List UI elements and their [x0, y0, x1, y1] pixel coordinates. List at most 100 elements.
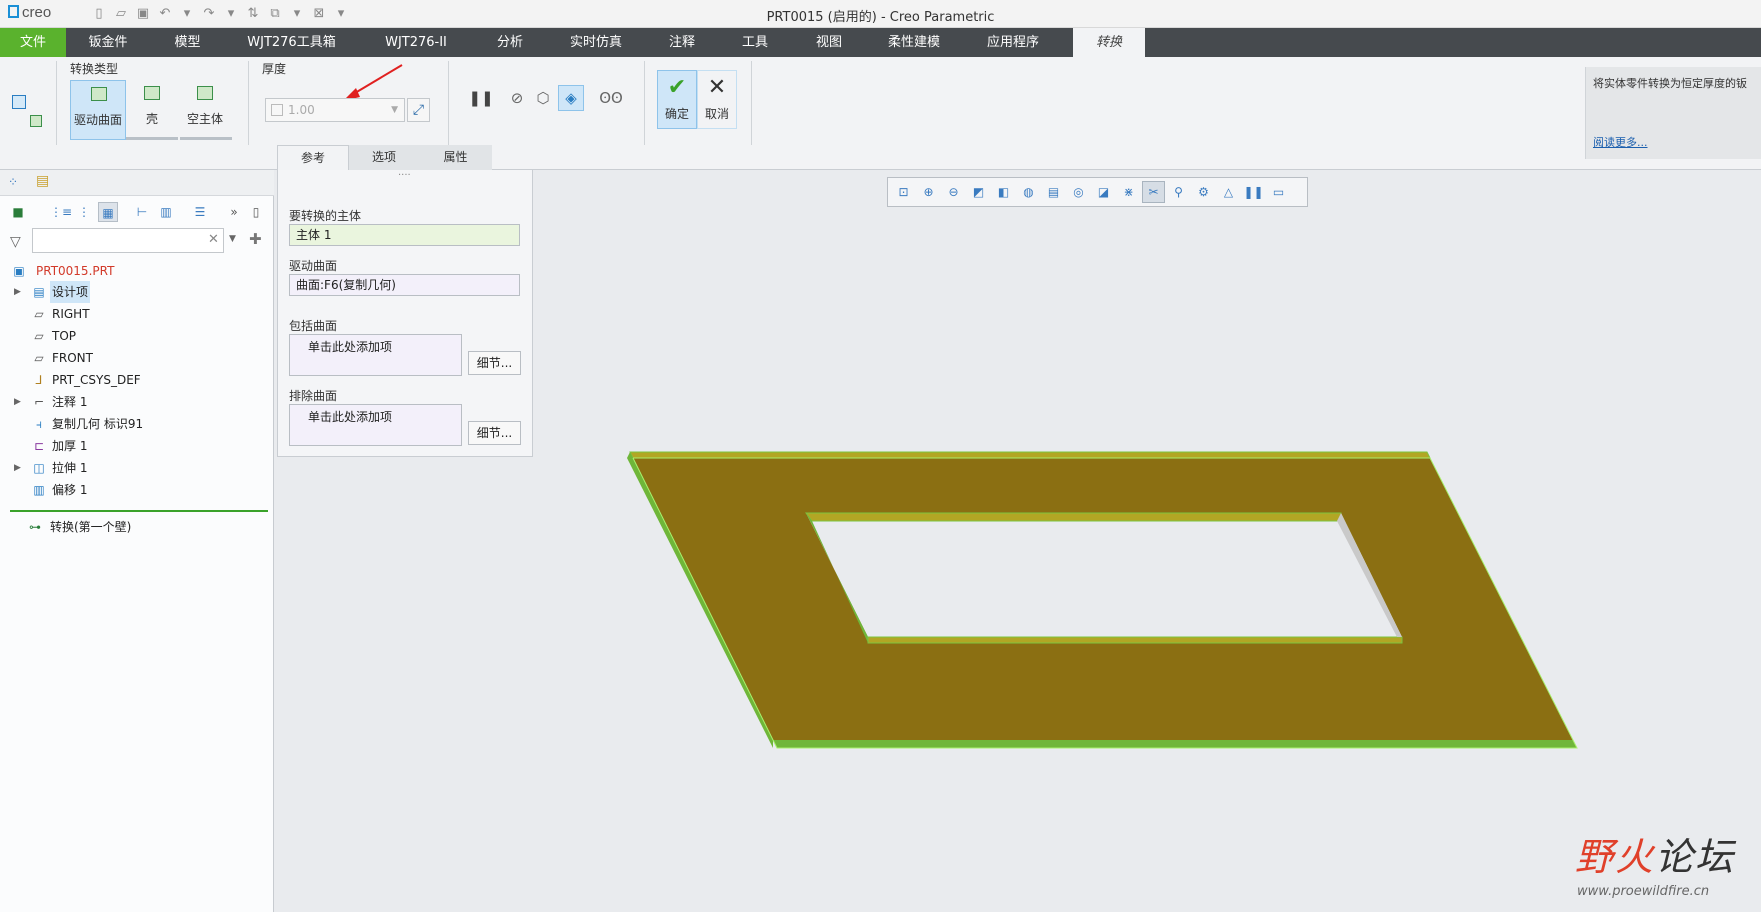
conversion-type-label: 转换类型 [70, 62, 119, 76]
empty-body-button[interactable]: 空主体 [178, 80, 232, 140]
ok-button[interactable]: ✔ 确定 [657, 70, 697, 129]
tab-model[interactable]: 模型 [150, 28, 225, 57]
no-preview-button[interactable]: ⊘ [504, 85, 530, 111]
tab-references[interactable]: 参考 [277, 145, 349, 170]
perspective-view-icon[interactable]: ◎ [1067, 181, 1090, 203]
model-tree-search-input[interactable] [32, 228, 224, 253]
tree-item-thicken[interactable]: ⊏ 加厚 1 [0, 435, 270, 457]
search-dropdown-icon[interactable]: ▼ [229, 234, 236, 244]
saved-orientations-icon[interactable]: ◍ [1017, 181, 1040, 203]
cancel-button[interactable]: ✕ 取消 [697, 70, 737, 129]
tab-file[interactable]: 文件 [0, 28, 66, 57]
tab-analysis[interactable]: 分析 [474, 28, 546, 57]
extrude-icon: ◫ [33, 461, 45, 475]
tree-item-offset[interactable]: ▥ 偏移 1 [0, 479, 270, 501]
section-icon[interactable]: ◪ [1092, 181, 1115, 203]
folder-browser-tab-icon[interactable]: ▤ [36, 173, 49, 189]
tree-item-csys[interactable]: ⅃ PRT_CSYS_DEF [0, 369, 270, 391]
tab-wjt276-ii[interactable]: WJT276-II [358, 28, 474, 57]
driving-surface-button[interactable]: 驱动曲面 [70, 80, 126, 140]
tab-properties[interactable]: 属性 [419, 145, 492, 170]
tree-table-icon[interactable]: ▥ [156, 202, 176, 222]
chevron-down-icon[interactable]: ▼ [391, 99, 398, 121]
body-to-convert-field[interactable]: 主体 1 [289, 224, 520, 246]
repaint-icon[interactable]: ◩ [967, 181, 990, 203]
tree-item-right[interactable]: ▱ RIGHT [0, 303, 270, 325]
resize-handle[interactable]: ···· [398, 170, 411, 181]
exclude-surfaces-collector[interactable]: 单击此处添加项 [289, 404, 462, 446]
display-style-icon[interactable]: ◧ [992, 181, 1015, 203]
datum-plane-icon: ▱ [34, 351, 44, 365]
exclude-details-button[interactable]: 细节... [468, 421, 521, 445]
shell-button[interactable]: 壳 [126, 80, 178, 140]
tree-filters-icon[interactable]: ⋮≡ [50, 202, 72, 222]
more-options-icon[interactable]: » [224, 202, 244, 222]
zoom-in-icon[interactable]: ⊕ [917, 181, 940, 203]
appearance-icon[interactable]: ⚙ [1192, 181, 1215, 203]
read-more-link[interactable]: 阅读更多... [1593, 134, 1648, 150]
body-to-convert-label: 要转换的主体 [289, 209, 362, 223]
driving-surface-field[interactable]: 曲面:F6(复制几何) [289, 274, 520, 296]
annotation-display-icon[interactable]: ✂ [1142, 181, 1165, 203]
separator [644, 61, 645, 145]
tree-root[interactable]: ▣ PRT0015.PRT [0, 260, 270, 282]
spin-center-icon[interactable]: ⚲ [1167, 181, 1190, 203]
expand-icon[interactable]: ▶ [14, 281, 21, 303]
rename-view-icon[interactable]: ▭ [1267, 181, 1290, 203]
separator [56, 61, 57, 145]
refit-icon[interactable]: ⊡ [892, 181, 915, 203]
tab-view[interactable]: 视图 [792, 28, 866, 57]
tree-item-label: 设计项 [50, 281, 91, 303]
tree-item-label: 加厚 1 [52, 439, 88, 453]
model-tree-toolbar: ■ ⋮≡ ⋮ ▦ ⊢ ▥ ☰ » ▯ [0, 198, 274, 226]
mesh-icon[interactable]: △ [1217, 181, 1240, 203]
insert-here-indicator[interactable] [10, 510, 268, 512]
detached-preview-button[interactable]: ◈ [558, 85, 584, 111]
tab-flexible-modeling[interactable]: 柔性建模 [866, 28, 962, 57]
tab-options[interactable]: 选项 [349, 145, 419, 170]
pause-animation-icon[interactable]: ❚❚ [1242, 181, 1265, 203]
tab-live-simulation[interactable]: 实时仿真 [546, 28, 646, 57]
expand-icon[interactable]: ▶ [14, 391, 21, 413]
tab-annotate[interactable]: 注释 [646, 28, 718, 57]
tree-item-extrude[interactable]: ▶ ◫ 拉伸 1 [0, 457, 270, 479]
tree-item-front[interactable]: ▱ FRONT [0, 347, 270, 369]
zoom-out-icon[interactable]: ⊖ [942, 181, 965, 203]
pause-button[interactable]: ❚❚ [468, 85, 494, 111]
flip-direction-button[interactable]: ⤢ [407, 98, 430, 122]
thicken-icon: ⊏ [33, 439, 45, 453]
tab-applications[interactable]: 应用程序 [962, 28, 1064, 57]
tree-item-convert[interactable]: ⊶ 转换(第一个壁) [0, 516, 270, 538]
include-details-button[interactable]: 细节... [468, 351, 521, 375]
include-surfaces-collector[interactable]: 单击此处添加项 [289, 334, 462, 376]
convert-feature-icon: ⊶ [29, 520, 41, 534]
tab-wjt276-toolbox[interactable]: WJT276工具箱 [225, 28, 358, 57]
tree-page-icon[interactable]: ▯ [246, 202, 266, 222]
tree-settings-icon[interactable]: ⊢ [132, 202, 152, 222]
tree-item-label: 拉伸 1 [52, 461, 88, 475]
clear-search-icon[interactable]: ✕ [208, 232, 219, 247]
tree-list-icon[interactable]: ☰ [190, 202, 210, 222]
tab-tools[interactable]: 工具 [718, 28, 792, 57]
check-icon: ✔ [667, 75, 687, 100]
thickness-input[interactable]: 1.00 ▼ [265, 98, 405, 122]
verify-mode-button[interactable]: ʘʘ [596, 85, 626, 111]
show-tree-icon[interactable]: ■ [8, 202, 28, 222]
model-tree-tab-icon[interactable]: ⁘ [8, 175, 18, 189]
plate-front-side [773, 740, 1577, 748]
tree-item-copy-geom[interactable]: ⫞ 复制几何 标识91 [0, 413, 270, 435]
tab-sheetmetal[interactable]: 钣金件 [66, 28, 150, 57]
attached-preview-button[interactable]: ⬡ [530, 85, 556, 111]
tree-item-design-items[interactable]: ▶ ▤ 设计项 [0, 281, 270, 303]
tab-convert[interactable]: 转换 [1073, 28, 1145, 57]
tree-item-annotation[interactable]: ▶ ⌐ 注释 1 [0, 391, 270, 413]
datum-display-icon[interactable]: ⋇ [1117, 181, 1140, 203]
add-filter-icon[interactable]: ✚ [249, 230, 262, 248]
tree-columns-icon[interactable]: ⋮ [74, 202, 94, 222]
separator [448, 61, 449, 145]
help-panel: 将实体零件转换为恒定厚度的钣 阅读更多... [1585, 67, 1761, 159]
tree-item-top[interactable]: ▱ TOP [0, 325, 270, 347]
view-manager-icon[interactable]: ▤ [1042, 181, 1065, 203]
layer-tree-icon[interactable]: ▦ [98, 202, 118, 222]
expand-icon[interactable]: ▶ [14, 457, 21, 479]
